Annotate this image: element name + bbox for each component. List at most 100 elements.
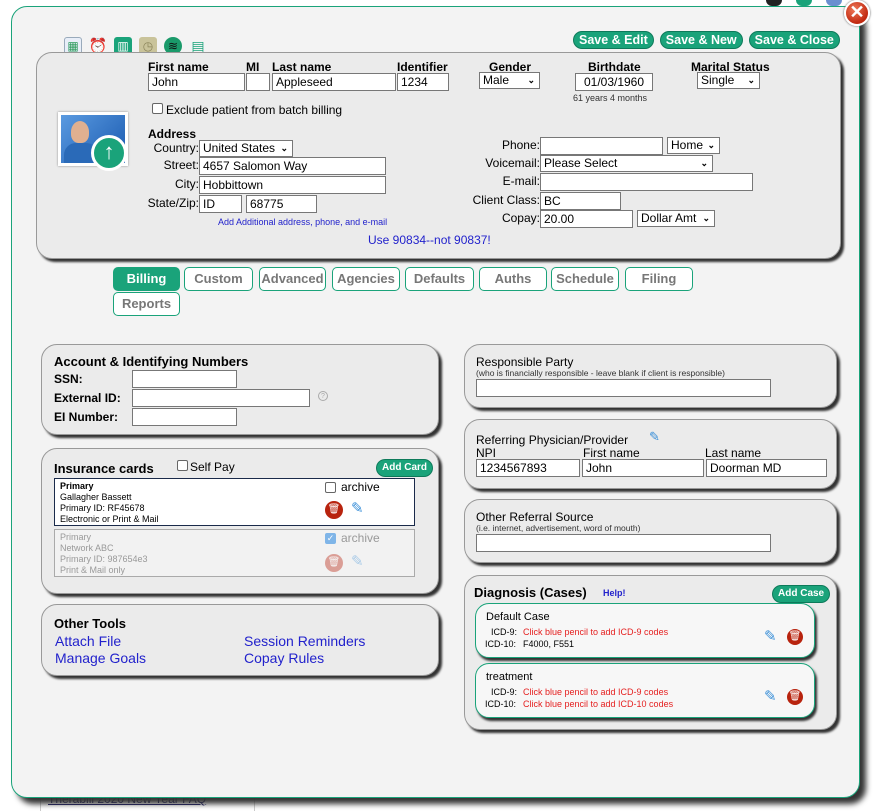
edit-referring-icon[interactable]: ✎ bbox=[649, 429, 660, 445]
chevron-down-icon: ⌄ bbox=[707, 140, 715, 150]
tab-advanced[interactable]: Advanced bbox=[259, 267, 326, 291]
ssn-label: SSN: bbox=[54, 372, 83, 386]
save-edit-button[interactable]: Save & Edit bbox=[573, 31, 654, 49]
ei-number-input[interactable] bbox=[132, 408, 237, 426]
marital-status-select[interactable]: Single ⌄ bbox=[697, 72, 760, 89]
copay-input[interactable]: 20.00 bbox=[540, 210, 633, 228]
insurance-panel: Insurance cards Self Pay Add Card Primar… bbox=[41, 448, 439, 594]
street-input[interactable]: 4657 Salomon Way bbox=[199, 157, 386, 175]
icd10-value: F4000, F551 bbox=[523, 639, 575, 649]
exclude-batch-label: Exclude patient from batch billing bbox=[166, 103, 343, 117]
delete-case-icon[interactable]: 🗑 bbox=[787, 689, 803, 705]
identifier-input[interactable]: 1234 bbox=[397, 73, 449, 91]
delete-case-icon[interactable]: 🗑 bbox=[787, 629, 803, 645]
external-id-input[interactable] bbox=[132, 389, 310, 407]
country-select[interactable]: United States ⌄ bbox=[199, 140, 293, 157]
exclude-batch-checkbox[interactable] bbox=[152, 103, 163, 114]
voicemail-value: Please Select bbox=[544, 156, 618, 170]
email-label: E-mail: bbox=[502, 174, 540, 188]
gender-value: Male bbox=[483, 73, 510, 87]
save-new-button[interactable]: Save & New bbox=[659, 31, 743, 49]
tab-filing[interactable]: Filing bbox=[625, 267, 693, 291]
insurance-title: Insurance cards bbox=[54, 461, 154, 476]
first-name-input[interactable]: John bbox=[148, 73, 245, 91]
self-pay-checkbox[interactable] bbox=[177, 460, 188, 471]
ei-number-label: EI Number: bbox=[54, 410, 119, 424]
close-dialog-button[interactable]: ✕ bbox=[844, 0, 870, 26]
icd10-label: ICD-10: bbox=[485, 699, 517, 709]
chevron-down-icon: ⌄ bbox=[747, 75, 755, 85]
session-reminders-link[interactable]: Session Reminders bbox=[244, 633, 365, 649]
referring-first-input[interactable]: John bbox=[582, 459, 704, 477]
archive-checkbox[interactable] bbox=[325, 482, 336, 493]
tab-reports[interactable]: Reports bbox=[113, 292, 180, 316]
archive-checkbox[interactable]: ✓ bbox=[325, 533, 336, 544]
referring-first-label: First name bbox=[583, 446, 640, 460]
npi-input[interactable]: 1234567893 bbox=[476, 459, 580, 477]
edit-card-icon[interactable]: ✎ bbox=[351, 554, 364, 570]
npi-label: NPI bbox=[476, 446, 497, 460]
edit-card-icon[interactable]: ✎ bbox=[351, 501, 364, 517]
attach-file-link[interactable]: Attach File bbox=[55, 633, 121, 649]
gender-select[interactable]: Male ⌄ bbox=[479, 72, 540, 89]
self-pay-label: Self Pay bbox=[190, 460, 235, 474]
add-card-button[interactable]: Add Card bbox=[376, 459, 433, 477]
case-item[interactable]: treatment ICD-9: Click blue pencil to ad… bbox=[475, 663, 815, 718]
add-address-link[interactable]: Add Additional address, phone, and e-mai… bbox=[218, 217, 387, 227]
ssn-input[interactable] bbox=[132, 370, 237, 388]
patient-photo-upload[interactable]: ↑ bbox=[58, 112, 128, 171]
responsible-party-input[interactable] bbox=[476, 379, 771, 397]
edit-case-icon[interactable]: ✎ bbox=[764, 629, 777, 645]
address-heading: Address bbox=[148, 127, 197, 141]
edit-case-icon[interactable]: ✎ bbox=[764, 689, 777, 705]
diagnosis-title: Diagnosis (Cases) bbox=[474, 585, 587, 600]
tab-billing-info[interactable]: Billing Info bbox=[113, 267, 180, 308]
phone-input[interactable] bbox=[540, 137, 663, 155]
country-value: United States bbox=[203, 141, 276, 155]
city-input[interactable]: Hobbittown bbox=[199, 176, 386, 194]
chevron-down-icon: ⌄ bbox=[702, 213, 710, 223]
diagnosis-help-link[interactable]: Help! bbox=[603, 588, 626, 598]
save-close-button[interactable]: Save & Close bbox=[748, 31, 840, 49]
insurance-card[interactable]: Primary Network ABC Primary ID: 987654e3… bbox=[54, 529, 415, 577]
chevron-down-icon: ⌄ bbox=[280, 143, 288, 153]
upload-arrow-icon: ↑ bbox=[91, 135, 127, 171]
other-tools-title: Other Tools bbox=[54, 616, 126, 631]
insurance-card[interactable]: Primary Gallagher Bassett Primary ID: RF… bbox=[54, 478, 415, 526]
phone-type-select[interactable]: Home ⌄ bbox=[667, 137, 720, 154]
street-label: Street: bbox=[163, 158, 199, 172]
referral-source-hint: (i.e. internet, advertisement, word of m… bbox=[476, 523, 641, 533]
icd9-label: ICD-9: bbox=[491, 627, 518, 637]
add-case-button[interactable]: Add Case bbox=[772, 585, 831, 603]
billing-note: Use 90834--not 90837! bbox=[368, 233, 491, 247]
referral-source-title: Other Referral Source bbox=[476, 510, 594, 524]
tab-auths[interactable]: Auths bbox=[479, 267, 547, 291]
voicemail-select[interactable]: Please Select ⌄ bbox=[540, 155, 713, 172]
referral-source-input[interactable] bbox=[476, 534, 771, 552]
referring-last-input[interactable]: Doorman MD bbox=[706, 459, 827, 477]
last-name-input[interactable]: Appleseed bbox=[272, 73, 396, 91]
birthdate-input[interactable]: 01/03/1960 bbox=[575, 73, 653, 91]
state-input[interactable]: ID bbox=[199, 195, 242, 213]
referring-last-label: Last name bbox=[705, 446, 762, 460]
icd9-value: Click blue pencil to add ICD-9 codes bbox=[523, 627, 669, 637]
email-input[interactable] bbox=[540, 173, 753, 191]
copay-type-select[interactable]: Dollar Amt ⌄ bbox=[637, 210, 715, 227]
tab-schedule[interactable]: Schedule bbox=[551, 267, 619, 291]
first-name-label: First name bbox=[148, 60, 209, 74]
delete-card-icon[interactable]: 🗑 bbox=[325, 501, 343, 519]
zip-input[interactable]: 68775 bbox=[246, 195, 317, 213]
mi-input[interactable] bbox=[246, 73, 270, 91]
chevron-down-icon: ⌄ bbox=[527, 75, 535, 85]
tab-agencies[interactable]: Agencies bbox=[332, 267, 400, 291]
client-class-input[interactable]: BC bbox=[540, 192, 621, 210]
copay-rules-link[interactable]: Copay Rules bbox=[244, 650, 324, 666]
help-icon[interactable]: ? bbox=[318, 391, 328, 401]
manage-goals-link[interactable]: Manage Goals bbox=[55, 650, 146, 666]
delete-card-icon[interactable]: 🗑 bbox=[325, 554, 343, 572]
case-item[interactable]: Default Case ICD-9: Click blue pencil to… bbox=[475, 603, 815, 658]
responsible-party-hint: (who is financially responsible - leave … bbox=[476, 368, 725, 378]
age-text: 61 years 4 months bbox=[573, 93, 648, 103]
tab-defaults[interactable]: Defaults bbox=[405, 267, 474, 291]
tab-custom[interactable]: Custom bbox=[184, 267, 253, 291]
